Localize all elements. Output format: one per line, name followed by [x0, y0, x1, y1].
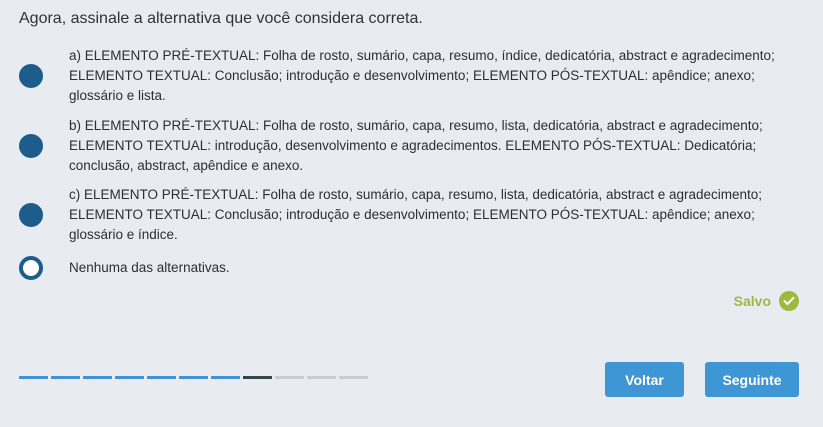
option-none[interactable]: Nenhuma das alternativas.: [19, 256, 804, 280]
radio-option-a[interactable]: [19, 64, 43, 88]
progress-segment-completed: [179, 376, 208, 379]
next-button[interactable]: Seguinte: [705, 362, 799, 397]
option-none-text: Nenhuma das alternativas.: [69, 260, 230, 275]
progress-segment-current: [243, 376, 272, 379]
option-c-text: c) ELEMENTO PRÉ-TEXTUAL: Folha de rosto,…: [69, 187, 763, 242]
progress-segment-pending: [275, 376, 304, 379]
progress-segment-pending: [339, 376, 368, 379]
progress-segment-completed: [147, 376, 176, 379]
back-button[interactable]: Voltar: [605, 362, 684, 397]
radio-option-none[interactable]: [19, 256, 43, 280]
progress-bar: [19, 376, 368, 379]
progress-segment-completed: [51, 376, 80, 379]
progress-segment-completed: [211, 376, 240, 379]
question-prompt: Agora, assinale a alternativa que você c…: [19, 10, 423, 27]
progress-segment-completed: [19, 376, 48, 379]
option-b[interactable]: b) ELEMENTO PRÉ-TEXTUAL: Folha de rosto,…: [19, 116, 804, 176]
option-c[interactable]: c) ELEMENTO PRÉ-TEXTUAL: Folha de rosto,…: [19, 185, 804, 245]
saved-status: Salvo: [734, 291, 799, 311]
option-b-text: b) ELEMENTO PRÉ-TEXTUAL: Folha de rosto,…: [69, 118, 763, 173]
option-a-text: a) ELEMENTO PRÉ-TEXTUAL: Folha de rosto,…: [69, 48, 775, 103]
option-a[interactable]: a) ELEMENTO PRÉ-TEXTUAL: Folha de rosto,…: [19, 46, 804, 106]
radio-option-c[interactable]: [19, 203, 43, 227]
saved-label: Salvo: [733, 293, 771, 309]
progress-segment-completed: [83, 376, 112, 379]
progress-segment-completed: [115, 376, 144, 379]
check-circle-icon: [779, 291, 799, 311]
radio-option-b[interactable]: [19, 134, 43, 158]
progress-segment-pending: [307, 376, 336, 379]
